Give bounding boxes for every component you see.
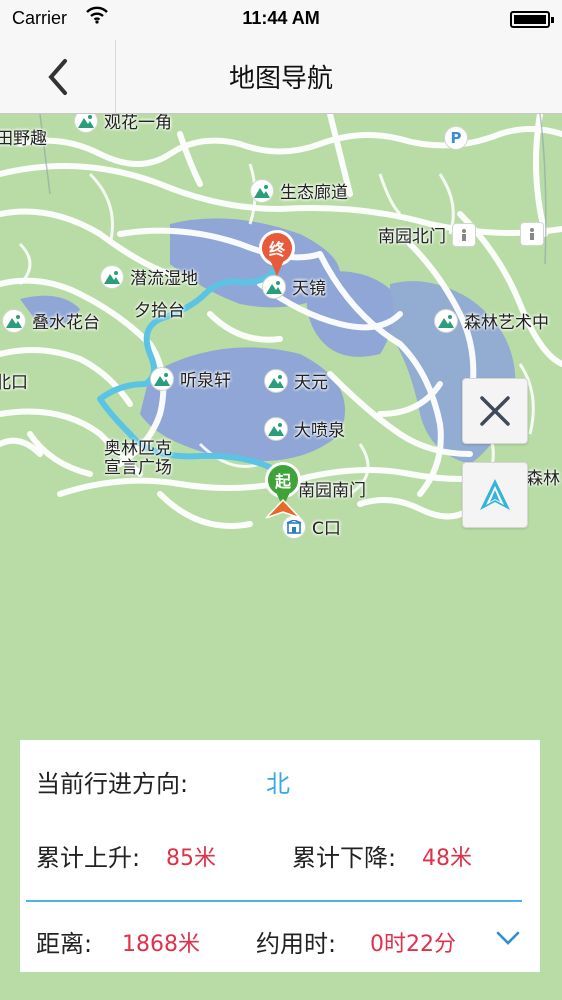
landscape-icon [264,416,288,441]
expand-panel-button[interactable] [494,926,522,950]
battery-icon [510,11,554,28]
back-button[interactable] [0,40,116,114]
descent-value: 48米 [422,846,472,871]
time-label: 约用时: [256,930,337,958]
direction-value: 北 [266,770,290,798]
distance-label: 距离: [36,930,93,958]
poi-south-gate[interactable]: 南园南门 [298,476,366,501]
landscape-icon [264,368,288,393]
navigation-arrow-icon [480,479,510,510]
ascent-value: 85米 [166,846,216,871]
landscape-icon [2,308,26,333]
poi-olympic-plaza[interactable]: 奥林匹克 宣言广场 [104,440,172,478]
chevron-down-icon [496,931,520,945]
poi-subsurface-wetland[interactable]: 潜流湿地 [100,264,198,289]
poi-ecology-corridor[interactable]: 生态廊道 [250,178,348,203]
close-route-button[interactable] [462,378,528,444]
chevron-left-icon [47,59,67,95]
landscape-icon [150,366,174,391]
time-value: 0时22分 [370,932,456,957]
landscape-icon [74,114,98,133]
status-time: 11:44 AM [242,8,320,28]
poi-forest-art-center[interactable]: 森林艺术中 [434,308,549,333]
ascent-label: 累计上升: [36,844,141,872]
current-location-icon [265,498,301,519]
poi-field-fun[interactable]: 田野趣 [0,124,47,149]
route-info-panel: 当前行进方向: 北 累计上升: 85米 累计下降: 48米 距离: 1868米 … [20,740,540,972]
panel-divider [26,900,522,902]
poi-xishitai[interactable]: 夕拾台 [134,296,185,321]
poi-flower-corner[interactable]: 观花一角 [74,114,172,133]
toilet-icon [452,222,476,247]
status-bar: Carrier 11:44 AM [0,0,562,40]
poi-tianyuan[interactable]: 天元 [264,368,328,393]
direction-label: 当前行进方向: [36,770,189,798]
landscape-icon [434,308,458,333]
parking-icon: P [444,126,468,150]
landscape-icon [250,178,274,203]
poi-restroom[interactable] [520,222,550,246]
poi-cascade-terrace[interactable]: 叠水花台 [2,308,100,333]
parking-marker[interactable]: P [444,126,474,150]
toilet-icon [520,222,544,246]
poi-south-north-gate[interactable]: 南园北门 [378,222,476,247]
poi-tingquan-pavilion[interactable]: 听泉轩 [150,366,231,391]
landscape-icon [100,264,124,289]
close-icon [480,396,510,426]
navigation-bar: 地图导航 [0,40,562,114]
descent-label: 累计下降: [292,844,397,872]
navigation-mode-button[interactable] [462,462,528,528]
poi-great-fountain[interactable]: 大喷泉 [264,416,345,441]
distance-value: 1868米 [122,932,200,957]
poi-north-gate[interactable]: 北口 [0,368,28,393]
poi-forest-edge[interactable]: 森林 [526,464,560,489]
route-end-marker[interactable]: 终 [259,230,295,280]
